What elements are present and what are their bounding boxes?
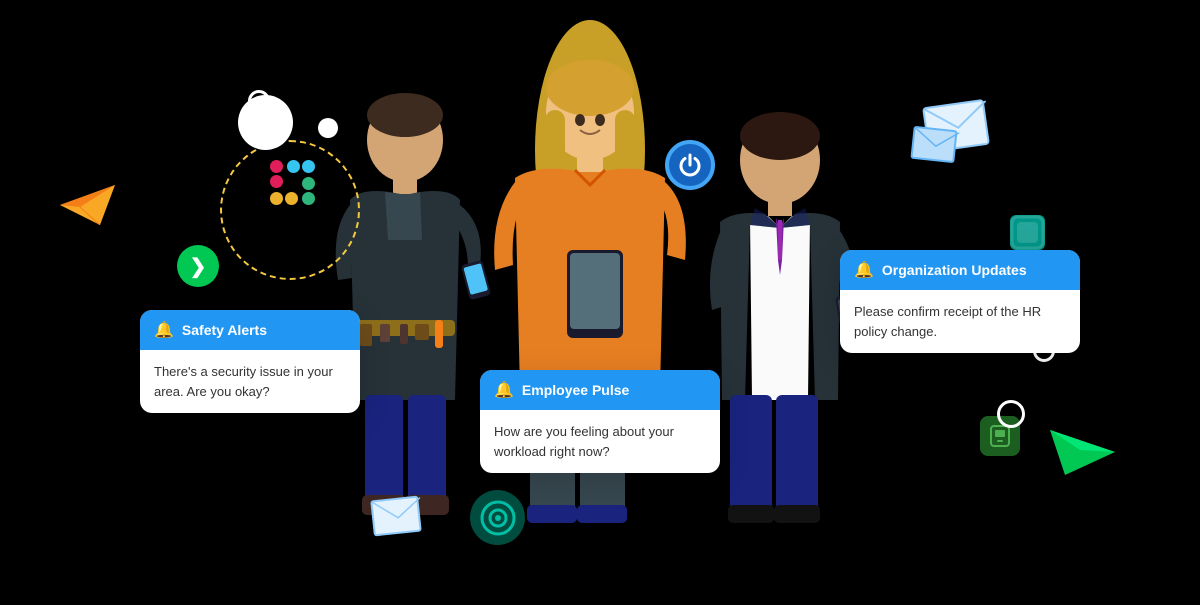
bell-icon-org: 🔔 xyxy=(854,260,874,280)
org-updates-header: 🔔 Organization Updates xyxy=(840,250,1080,290)
target-icon xyxy=(470,490,525,545)
safety-alerts-text: There's a security issue in your area. A… xyxy=(154,364,333,399)
teal-square-icon xyxy=(1010,215,1045,250)
safety-alerts-title: Safety Alerts xyxy=(182,322,267,338)
circle-outline-top xyxy=(248,90,270,112)
safety-alerts-card: 🔔 Safety Alerts There's a security issue… xyxy=(140,310,360,413)
power-icon xyxy=(665,140,715,190)
safety-alerts-body: There's a security issue in your area. A… xyxy=(140,350,360,413)
bell-icon-safety: 🔔 xyxy=(154,320,174,340)
main-scene: ❯ xyxy=(0,0,1200,600)
org-updates-title: Organization Updates xyxy=(882,262,1027,278)
employee-pulse-text: How are you feeling about your workload … xyxy=(494,424,674,459)
safety-alerts-header: 🔔 Safety Alerts xyxy=(140,310,360,350)
slack-logo-icon xyxy=(260,150,325,220)
org-updates-text: Please confirm receipt of the HR policy … xyxy=(854,304,1041,339)
mail-envelope-small xyxy=(910,126,957,163)
bell-icon-pulse: 🔔 xyxy=(494,380,514,400)
employee-pulse-card: 🔔 Employee Pulse How are you feeling abo… xyxy=(480,370,720,473)
circle-outline-right xyxy=(997,400,1025,428)
green-arrow-icon: ❯ xyxy=(177,245,219,287)
employee-pulse-body: How are you feeling about your workload … xyxy=(480,410,700,473)
employee-pulse-header: 🔔 Employee Pulse xyxy=(480,370,720,410)
plane-yellow xyxy=(60,185,115,230)
org-updates-body: Please confirm receipt of the HR policy … xyxy=(840,290,1060,353)
plane-green xyxy=(1050,430,1115,480)
employee-pulse-title: Employee Pulse xyxy=(522,382,629,398)
org-updates-card: 🔔 Organization Updates Please confirm re… xyxy=(840,250,1080,353)
mail-envelope-bottom xyxy=(370,496,422,537)
circle-white-small xyxy=(318,118,338,138)
